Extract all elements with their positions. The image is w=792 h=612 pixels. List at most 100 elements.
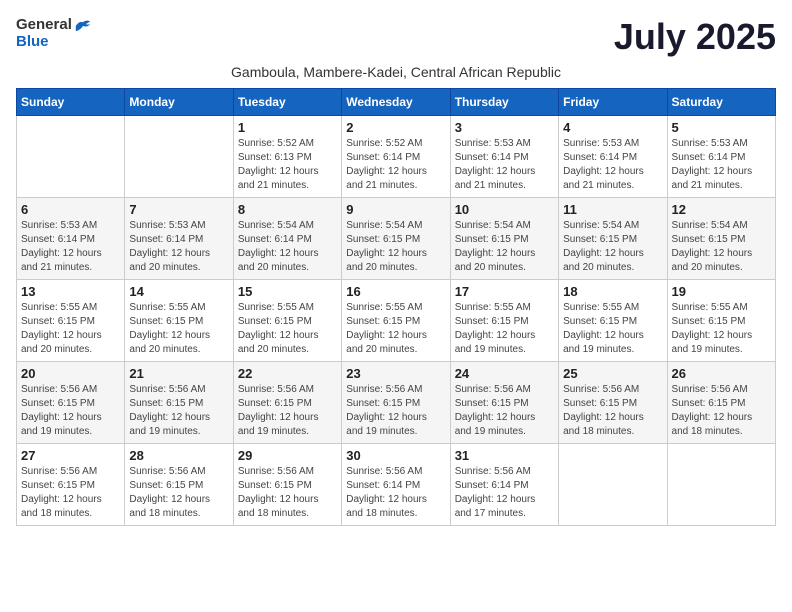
day-info: Sunrise: 5:56 AM Sunset: 6:15 PM Dayligh… — [129, 383, 228, 439]
calendar-cell: 13Sunrise: 5:55 AM Sunset: 6:15 PM Dayli… — [17, 280, 125, 362]
calendar-cell — [125, 116, 233, 198]
day-number: 1 — [238, 120, 337, 135]
calendar-cell: 2 Sunrise: 5:52 AM Sunset: 6:14 PM Daylig… — [342, 116, 450, 198]
day-number: 6 — [21, 202, 120, 217]
calendar-cell: 10 Sunrise: 5:54 AM Sunset: 6:15 PM Dayli… — [450, 198, 558, 280]
calendar-cell: 9Sunrise: 5:54 AM Sunset: 6:15 PM Daylig… — [342, 198, 450, 280]
day-of-week-header: Thursday — [450, 89, 558, 116]
day-info: Sunrise: 5:55 AM Sunset: 6:15 PM Dayligh… — [21, 301, 120, 357]
day-info: Sunrise: 5:54 AM Sunset: 6:15 PM Dayligh… — [672, 219, 771, 275]
day-info: Sunrise: 5:56 AM Sunset: 6:15 PM Dayligh… — [563, 383, 662, 439]
calendar-cell: 24Sunrise: 5:56 AM Sunset: 6:15 PM Dayli… — [450, 362, 558, 444]
day-number: 19 — [672, 284, 771, 299]
day-number: 8 — [238, 202, 337, 217]
calendar-cell: 12 Sunrise: 5:54 AM Sunset: 6:15 PM Dayli… — [667, 198, 775, 280]
day-info: Sunrise: 5:55 AM Sunset: 6:15 PM Dayligh… — [238, 301, 337, 357]
day-info: Sunrise: 5:53 AM Sunset: 6:14 PM Dayligh… — [455, 137, 554, 193]
day-number: 17 — [455, 284, 554, 299]
calendar-cell: 26 Sunrise: 5:56 AM Sunset: 6:15 PM Dayli… — [667, 362, 775, 444]
day-info: Sunrise: 5:53 AM Sunset: 6:14 PM Dayligh… — [563, 137, 662, 193]
day-number: 2 — [346, 120, 445, 135]
calendar-cell: 28 Sunrise: 5:56 AM Sunset: 6:15 PM Dayli… — [125, 444, 233, 526]
calendar-cell: 6 Sunrise: 5:53 AM Sunset: 6:14 PM Daylig… — [17, 198, 125, 280]
calendar-cell: 5Sunrise: 5:53 AM Sunset: 6:14 PM Daylig… — [667, 116, 775, 198]
calendar-cell: 27Sunrise: 5:56 AM Sunset: 6:15 PM Dayli… — [17, 444, 125, 526]
calendar-cell: 3 Sunrise: 5:53 AM Sunset: 6:14 PM Daylig… — [450, 116, 558, 198]
day-number: 30 — [346, 448, 445, 463]
day-info: Sunrise: 5:56 AM Sunset: 6:15 PM Dayligh… — [21, 465, 120, 521]
logo-general-text: General — [16, 16, 72, 33]
calendar-cell — [667, 444, 775, 526]
day-info: Sunrise: 5:54 AM Sunset: 6:15 PM Dayligh… — [455, 219, 554, 275]
calendar-subtitle: Gamboula, Mambere-Kadei, Central African… — [16, 64, 776, 80]
day-number: 22 — [238, 366, 337, 381]
month-title: July 2025 — [614, 16, 776, 58]
day-number: 28 — [129, 448, 228, 463]
day-number: 29 — [238, 448, 337, 463]
calendar-cell — [17, 116, 125, 198]
calendar-cell: 23 Sunrise: 5:56 AM Sunset: 6:15 PM Dayli… — [342, 362, 450, 444]
calendar-cell: 14Sunrise: 5:55 AM Sunset: 6:15 PM Dayli… — [125, 280, 233, 362]
day-number: 18 — [563, 284, 662, 299]
day-info: Sunrise: 5:56 AM Sunset: 6:15 PM Dayligh… — [346, 383, 445, 439]
day-number: 3 — [455, 120, 554, 135]
calendar-cell: 30 Sunrise: 5:56 AM Sunset: 6:14 PM Dayli… — [342, 444, 450, 526]
day-number: 16 — [346, 284, 445, 299]
day-number: 24 — [455, 366, 554, 381]
calendar-cell: 22 Sunrise: 5:56 AM Sunset: 6:15 PM Dayli… — [233, 362, 341, 444]
calendar-cell: 29 Sunrise: 5:56 AM Sunset: 6:15 PM Dayli… — [233, 444, 341, 526]
day-of-week-header: Tuesday — [233, 89, 341, 116]
day-info: Sunrise: 5:54 AM Sunset: 6:15 PM Dayligh… — [563, 219, 662, 275]
day-number: 21 — [129, 366, 228, 381]
day-of-week-header: Wednesday — [342, 89, 450, 116]
day-number: 26 — [672, 366, 771, 381]
calendar-cell: 17Sunrise: 5:55 AM Sunset: 6:15 PM Dayli… — [450, 280, 558, 362]
day-of-week-header: Friday — [559, 89, 667, 116]
day-info: Sunrise: 5:54 AM Sunset: 6:14 PM Dayligh… — [238, 219, 337, 275]
day-info: Sunrise: 5:56 AM Sunset: 6:14 PM Dayligh… — [346, 465, 445, 521]
calendar-cell: 19 Sunrise: 5:55 AM Sunset: 6:15 PM Dayli… — [667, 280, 775, 362]
calendar-cell: 11 Sunrise: 5:54 AM Sunset: 6:15 PM Dayli… — [559, 198, 667, 280]
calendar-cell — [559, 444, 667, 526]
day-number: 23 — [346, 366, 445, 381]
day-number: 31 — [455, 448, 554, 463]
day-number: 11 — [563, 202, 662, 217]
calendar-cell: 15 Sunrise: 5:55 AM Sunset: 6:15 PM Dayli… — [233, 280, 341, 362]
day-info: Sunrise: 5:56 AM Sunset: 6:15 PM Dayligh… — [21, 383, 120, 439]
day-info: Sunrise: 5:56 AM Sunset: 6:15 PM Dayligh… — [129, 465, 228, 521]
day-of-week-header: Sunday — [17, 89, 125, 116]
day-info: Sunrise: 5:55 AM Sunset: 6:15 PM Dayligh… — [672, 301, 771, 357]
day-info: Sunrise: 5:55 AM Sunset: 6:15 PM Dayligh… — [129, 301, 228, 357]
calendar-cell: 16 Sunrise: 5:55 AM Sunset: 6:15 PM Dayli… — [342, 280, 450, 362]
day-info: Sunrise: 5:52 AM Sunset: 6:13 PM Dayligh… — [238, 137, 337, 193]
day-number: 15 — [238, 284, 337, 299]
day-number: 7 — [129, 202, 228, 217]
day-number: 25 — [563, 366, 662, 381]
day-info: Sunrise: 5:56 AM Sunset: 6:15 PM Dayligh… — [238, 383, 337, 439]
day-number: 10 — [455, 202, 554, 217]
logo-bird-icon — [74, 18, 92, 32]
calendar-cell: 4 Sunrise: 5:53 AM Sunset: 6:14 PM Daylig… — [559, 116, 667, 198]
calendar-cell: 21 Sunrise: 5:56 AM Sunset: 6:15 PM Dayli… — [125, 362, 233, 444]
calendar-cell: 31Sunrise: 5:56 AM Sunset: 6:14 PM Dayli… — [450, 444, 558, 526]
calendar-cell: 18 Sunrise: 5:55 AM Sunset: 6:15 PM Dayli… — [559, 280, 667, 362]
day-info: Sunrise: 5:53 AM Sunset: 6:14 PM Dayligh… — [21, 219, 120, 275]
day-info: Sunrise: 5:55 AM Sunset: 6:15 PM Dayligh… — [346, 301, 445, 357]
day-info: Sunrise: 5:56 AM Sunset: 6:15 PM Dayligh… — [672, 383, 771, 439]
logo-blue-text: Blue — [16, 33, 49, 50]
day-info: Sunrise: 5:53 AM Sunset: 6:14 PM Dayligh… — [672, 137, 771, 193]
day-info: Sunrise: 5:54 AM Sunset: 6:15 PM Dayligh… — [346, 219, 445, 275]
day-info: Sunrise: 5:56 AM Sunset: 6:15 PM Dayligh… — [238, 465, 337, 521]
calendar-cell: 7Sunrise: 5:53 AM Sunset: 6:14 PM Daylig… — [125, 198, 233, 280]
day-number: 20 — [21, 366, 120, 381]
day-info: Sunrise: 5:55 AM Sunset: 6:15 PM Dayligh… — [563, 301, 662, 357]
day-of-week-header: Monday — [125, 89, 233, 116]
day-number: 4 — [563, 120, 662, 135]
calendar-cell: 25 Sunrise: 5:56 AM Sunset: 6:15 PM Dayli… — [559, 362, 667, 444]
day-info: Sunrise: 5:52 AM Sunset: 6:14 PM Dayligh… — [346, 137, 445, 193]
calendar-cell: 20 Sunrise: 5:56 AM Sunset: 6:15 PM Dayli… — [17, 362, 125, 444]
calendar-cell: 8 Sunrise: 5:54 AM Sunset: 6:14 PM Daylig… — [233, 198, 341, 280]
calendar-cell: 1 Sunrise: 5:52 AM Sunset: 6:13 PM Daylig… — [233, 116, 341, 198]
day-of-week-header: Saturday — [667, 89, 775, 116]
day-number: 12 — [672, 202, 771, 217]
